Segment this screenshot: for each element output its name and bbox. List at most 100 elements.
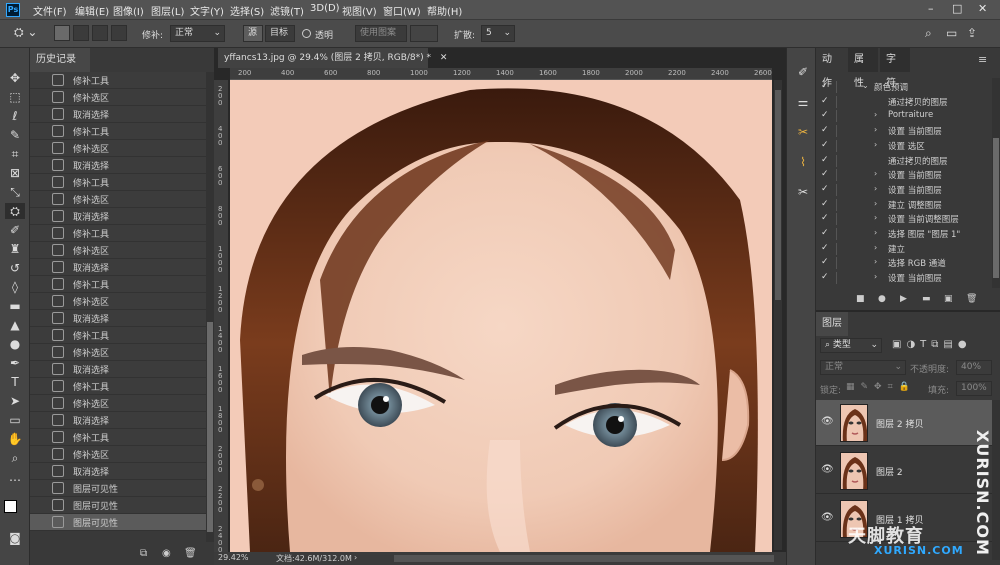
history-item[interactable]: 修补工具 xyxy=(30,72,206,89)
play-icon[interactable]: ▶ xyxy=(900,294,907,304)
expand-icon[interactable]: › xyxy=(874,243,877,252)
checkmark-icon[interactable]: ✓ xyxy=(821,272,829,282)
layer-row[interactable]: 👁 图层 2 xyxy=(816,448,992,494)
opacity-input[interactable]: 40% xyxy=(956,360,992,375)
menu-item[interactable]: 3D(D) xyxy=(310,3,340,14)
close-button[interactable]: ✕ xyxy=(978,2,987,15)
checkmark-icon[interactable]: ✓ xyxy=(821,155,829,165)
history-brush-icon[interactable]: ↺ xyxy=(5,260,25,276)
checkmark-icon[interactable]: ✓ xyxy=(821,140,829,150)
history-item[interactable]: 修补工具 xyxy=(30,276,206,293)
panel-menu-icon[interactable]: ≡ xyxy=(978,53,987,66)
new-set-icon[interactable]: ▬ xyxy=(922,294,931,304)
new-document-from-state-icon[interactable]: ⧉ xyxy=(140,548,147,559)
history-item[interactable]: 修补工具 xyxy=(30,174,206,191)
menu-item[interactable]: 滤镜(T) xyxy=(270,3,304,18)
snapshot-icon[interactable]: ◉ xyxy=(162,548,171,559)
dialog-toggle[interactable] xyxy=(836,81,846,93)
history-item[interactable]: 取消选择 xyxy=(30,361,206,378)
history-item[interactable]: 图层可见性 xyxy=(30,497,206,514)
checkmark-icon[interactable]: ✓ xyxy=(821,257,829,267)
history-item[interactable]: 修补工具 xyxy=(30,225,206,242)
stamp-tool-icon[interactable]: ♜ xyxy=(5,241,25,257)
expand-icon[interactable]: › xyxy=(874,228,877,237)
brush-tool-icon[interactable]: ✐ xyxy=(5,222,25,238)
history-item[interactable]: 修补选区 xyxy=(30,191,206,208)
history-item[interactable]: 修补选区 xyxy=(30,140,206,157)
history-item[interactable]: 修补工具 xyxy=(30,429,206,446)
menu-item[interactable]: 文件(F) xyxy=(33,3,67,18)
document-canvas[interactable] xyxy=(230,80,772,552)
history-scrollbar[interactable] xyxy=(206,72,214,542)
delete-action-icon[interactable]: 🗑 xyxy=(966,294,977,304)
action-item[interactable]: ✓ › 设置 当前图层 xyxy=(816,271,992,285)
lock-icons[interactable]: ▦✎✥⌗🔒 xyxy=(846,382,916,392)
canvas-vertical-scrollbar[interactable] xyxy=(774,80,782,550)
checkmark-icon[interactable]: ✓ xyxy=(821,213,829,223)
history-item[interactable]: 取消选择 xyxy=(30,157,206,174)
dialog-toggle[interactable] xyxy=(836,272,846,285)
action-item[interactable]: ✓ 通过拷贝的图层 xyxy=(816,95,992,110)
dialog-toggle[interactable] xyxy=(836,125,846,138)
eraser-tool-icon[interactable]: ◊ xyxy=(5,279,25,295)
menu-item[interactable]: 编辑(E) xyxy=(75,3,109,18)
action-item[interactable]: ✓ 通过拷贝的图层 xyxy=(816,154,992,169)
dialog-toggle[interactable] xyxy=(836,139,846,152)
more-tools-icon[interactable]: … xyxy=(5,469,25,485)
stop-icon[interactable]: ■ xyxy=(856,294,865,304)
expand-icon[interactable]: ⌄ xyxy=(862,81,869,90)
dialog-toggle[interactable] xyxy=(836,228,846,240)
transparent-checkbox[interactable] xyxy=(302,29,311,38)
zoom-tool-icon[interactable]: ⌕ xyxy=(5,450,25,466)
visibility-eye-icon[interactable]: 👁 xyxy=(821,464,834,475)
layer-name[interactable]: 图层 2 拷贝 xyxy=(876,417,923,430)
source-button[interactable]: 源 xyxy=(243,25,263,42)
dialog-toggle[interactable] xyxy=(836,154,846,167)
expand-icon[interactable]: › xyxy=(874,140,877,149)
history-item[interactable]: 图层可见性 xyxy=(30,514,206,531)
checkmark-icon[interactable]: ✓ xyxy=(821,110,829,120)
history-item[interactable]: 取消选择 xyxy=(30,208,206,225)
menu-item[interactable]: 图层(L) xyxy=(151,3,184,18)
pattern-picker[interactable] xyxy=(410,25,438,42)
visibility-eye-icon[interactable]: 👁 xyxy=(821,512,834,523)
history-item[interactable]: 图层可见性 xyxy=(30,480,206,497)
expand-icon[interactable]: › xyxy=(874,125,877,134)
checkmark-icon[interactable]: ✓ xyxy=(821,125,829,135)
menu-item[interactable]: 图像(I) xyxy=(113,3,144,18)
history-item[interactable]: 修补选区 xyxy=(30,89,206,106)
tool-presets-icon[interactable]: ✂ xyxy=(793,124,813,140)
actions-scrollbar[interactable] xyxy=(992,78,1000,288)
new-selection-button[interactable] xyxy=(54,25,70,41)
layer-kind-filter[interactable]: ⌕ 类型 ⌄ xyxy=(820,338,882,353)
layer-name[interactable]: 图层 2 xyxy=(876,465,903,478)
zoom-level[interactable]: 29.42% xyxy=(218,553,249,562)
action-item[interactable]: ✓ › 选择 RGB 通道 xyxy=(816,256,992,271)
history-item[interactable]: 修补选区 xyxy=(30,446,206,463)
history-item[interactable]: 取消选择 xyxy=(30,310,206,327)
foreground-color-swatch[interactable] xyxy=(4,500,17,513)
tab-layers[interactable]: 图层 xyxy=(816,312,848,336)
expand-icon[interactable]: › xyxy=(874,169,877,178)
marquee-tool-icon[interactable]: ⬚ xyxy=(5,89,25,105)
dialog-toggle[interactable] xyxy=(836,257,846,270)
delete-state-icon[interactable]: 🗑 xyxy=(184,548,197,559)
brush-presets-icon[interactable]: ✐ xyxy=(793,64,813,80)
action-item[interactable]: ✓ › 设置 选区 xyxy=(816,139,992,154)
paths-icon[interactable]: ⌇ xyxy=(793,154,813,170)
menu-item[interactable]: 窗口(W) xyxy=(383,3,421,18)
history-item[interactable]: 修补选区 xyxy=(30,395,206,412)
history-item[interactable]: 修补工具 xyxy=(30,378,206,395)
close-document-icon[interactable]: ✕ xyxy=(440,53,448,63)
add-selection-button[interactable] xyxy=(73,25,89,41)
dialog-toggle[interactable] xyxy=(836,213,846,226)
expand-icon[interactable]: › xyxy=(874,257,877,266)
workspace-icon[interactable]: ▭ xyxy=(946,26,957,40)
action-item[interactable]: ✓ › 建立 调整图层 xyxy=(816,198,992,213)
menu-item[interactable]: 选择(S) xyxy=(230,3,264,18)
use-pattern-button[interactable]: 使用图案 xyxy=(355,25,407,42)
dialog-toggle[interactable] xyxy=(836,242,846,255)
history-item[interactable]: 取消选择 xyxy=(30,463,206,480)
action-item[interactable]: ✓ › 设置 当前图层 xyxy=(816,168,992,183)
status-arrow-icon[interactable]: › xyxy=(354,553,357,562)
